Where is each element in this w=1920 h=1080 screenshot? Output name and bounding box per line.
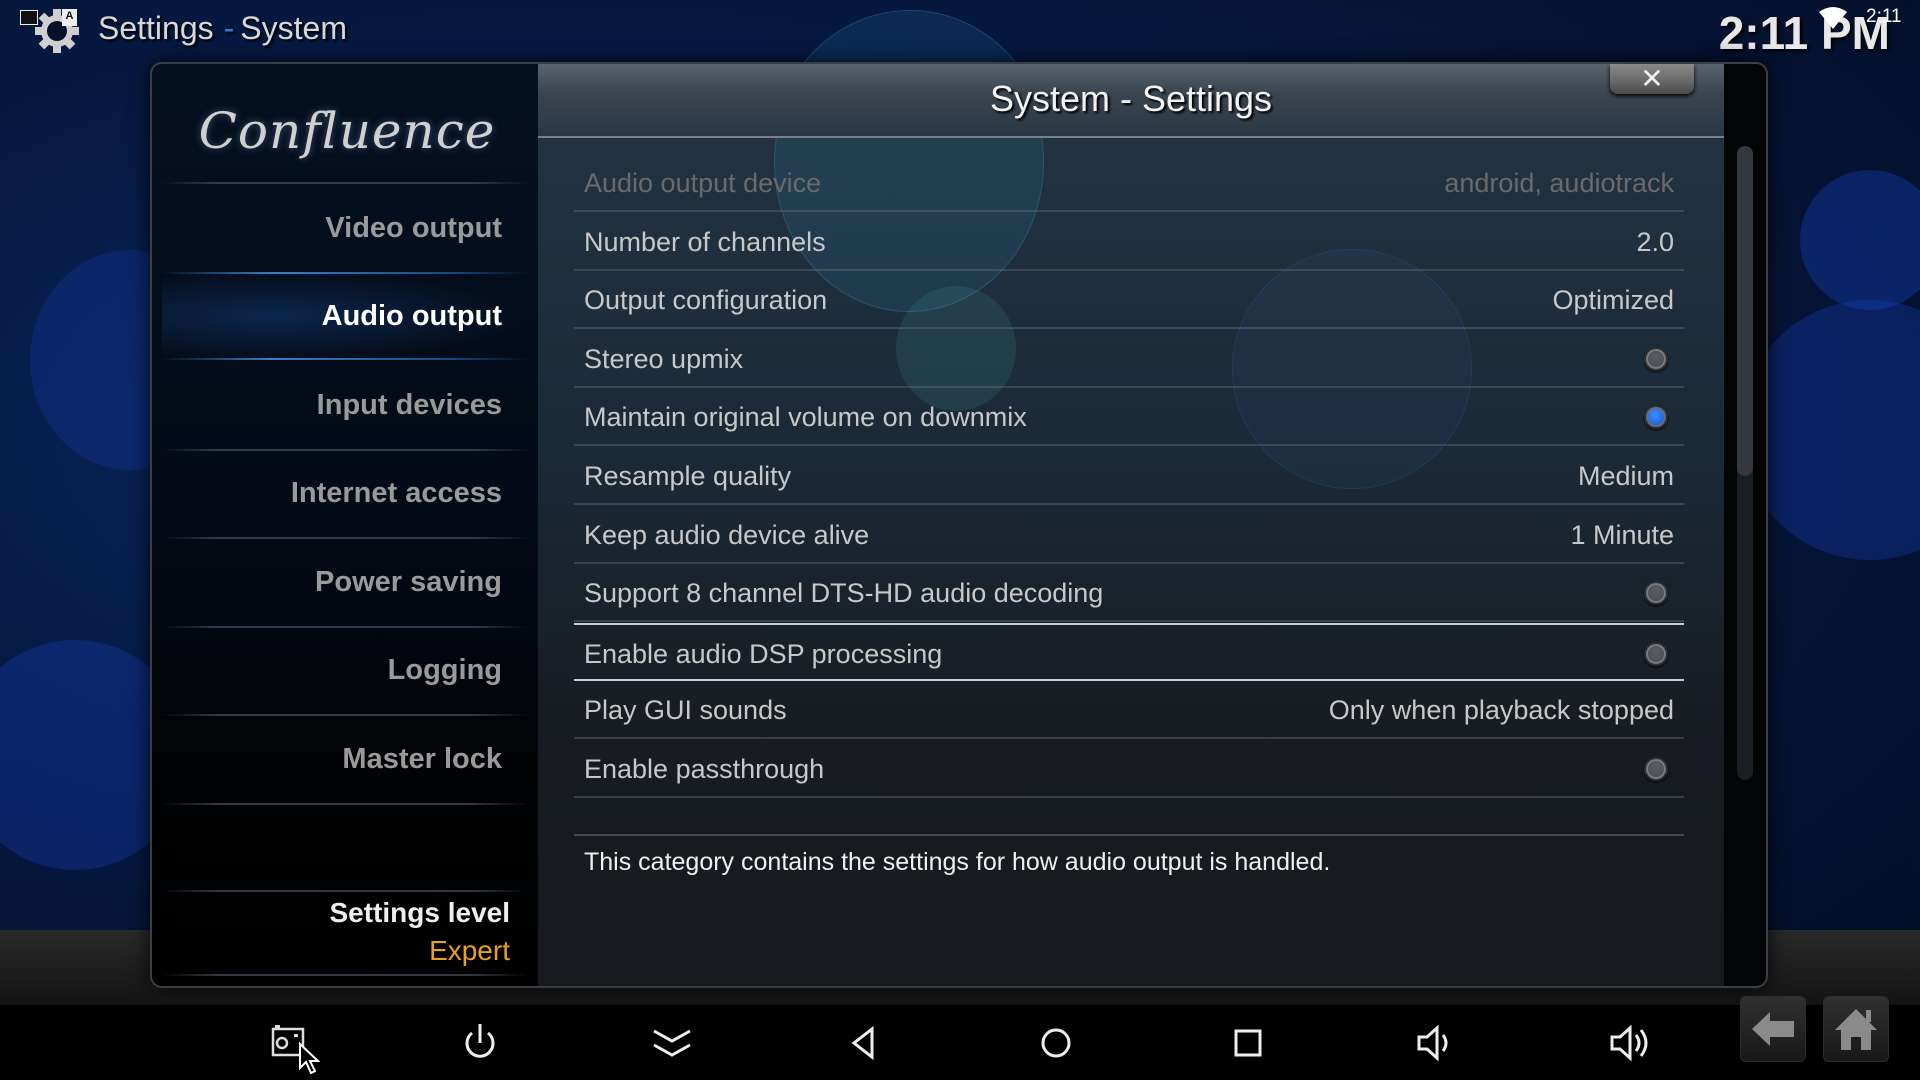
toggle-off-icon[interactable] [1644,642,1668,666]
volume-down-icon [1417,1024,1448,1062]
setting-value: android, audiotrack [1444,168,1674,198]
sidebar-divider [162,890,528,892]
setting-row[interactable]: Enable passthrough [574,740,1684,798]
setting-row[interactable]: Number of channels 2.0 [574,213,1684,271]
setting-label: Output configuration [584,285,828,315]
description-divider [574,834,1684,836]
setting-label: Enable audio DSP processing [584,639,943,669]
setting-row[interactable]: Keep audio device alive 1 Minute [574,506,1684,564]
setting-row[interactable]: Maintain original volume on downmix [574,388,1684,446]
hide-navbar-button[interactable] [642,1015,702,1071]
text-notification-icon: A [62,9,77,26]
sidebar-divider [162,803,528,805]
scrollbar-thumb[interactable] [1737,146,1753,476]
sidebar-divider [162,974,528,976]
confluence-logo: Confluence [182,86,512,176]
settings-level-label[interactable]: Settings level [329,897,510,929]
volume-down-button[interactable] [1407,1015,1467,1071]
toggle-off-icon[interactable] [1644,347,1668,371]
setting-row[interactable]: Audio output device android, audiotrack [574,154,1684,212]
setting-value: 1 Minute [1570,520,1674,550]
volume-up-icon [1610,1024,1648,1062]
wifi-icon [1819,7,1847,29]
setting-row[interactable]: Output configuration Optimized [574,271,1684,329]
sidebar-item-master-lock[interactable]: Master lock [162,715,528,803]
setting-label: Maintain original volume on downmix [584,402,1027,432]
background-bokeh [1800,170,1920,310]
clock: 2:11 PM [1718,7,1890,59]
sidebar-item-internet-access[interactable]: Internet access [162,449,528,537]
dialog-title: System - Settings [989,78,1273,119]
image-notification-icon [20,10,38,25]
toggle-off-icon[interactable] [1644,757,1668,781]
sidebar-item-input-devices[interactable]: Input devices [162,361,528,449]
setting-value: Optimized [1552,285,1674,315]
toggle-on-icon[interactable] [1644,405,1668,429]
settings-dialog: Confluence Video output Audio output Inp… [150,62,1768,988]
setting-label: Enable passthrough [584,754,825,784]
breadcrumb-page: System [240,10,347,46]
recents-square-icon [1234,1029,1262,1057]
close-icon: ✕ [1640,63,1664,94]
power-icon [465,1024,495,1058]
close-button[interactable]: ✕ [1610,64,1694,94]
kodi-home-button[interactable] [1823,996,1889,1062]
settings-content: System - Settings Audio output device and… [538,64,1724,986]
setting-row[interactable]: Stereo upmix [574,330,1684,388]
settings-level-value[interactable]: Expert [429,935,510,967]
setting-row[interactable]: Play GUI sounds Only when playback stoppe… [574,681,1684,739]
category-sidebar: Confluence Video output Audio output Inp… [152,64,538,986]
home-circle-icon [1041,1028,1071,1058]
setting-row[interactable]: Enable audio DSP processing [574,623,1684,681]
system-time: 2:11 [1866,6,1902,27]
breadcrumb-section: Settings [98,10,214,46]
sidebar-item-logging[interactable]: Logging [162,626,528,714]
mouse-cursor-icon [299,1042,320,1075]
setting-label: Play GUI sounds [584,695,787,725]
breadcrumb-separator: - [223,10,235,46]
back-arrow-icon [1752,1012,1794,1046]
setting-value: Only when playback stopped [1328,695,1674,725]
logo-text: Confluence [198,102,496,160]
setting-row[interactable]: Resample quality Medium [574,447,1684,505]
setting-label: Keep audio device alive [584,520,870,550]
power-button[interactable] [450,1015,510,1071]
breadcrumb: Settings - System [98,10,347,47]
scrollbar-area [1724,64,1766,986]
setting-label: Resample quality [584,461,792,491]
toggle-off-icon[interactable] [1644,581,1668,605]
sidebar-item-power-saving[interactable]: Power saving [162,538,528,626]
sidebar-item-video-output[interactable]: Video output [162,184,528,272]
volume-up-button[interactable] [1602,1015,1662,1071]
setting-row[interactable]: Support 8 channel DTS-HD audio decoding [574,564,1684,622]
setting-label: Stereo upmix [584,344,744,374]
setting-label: Number of channels [584,227,826,257]
kodi-back-button[interactable] [1740,996,1806,1062]
setting-value: 2.0 [1636,227,1674,257]
back-triangle-icon [851,1025,874,1061]
setting-value: Medium [1577,461,1674,491]
setting-label: Audio output device [584,168,822,198]
back-button[interactable] [834,1015,894,1071]
status-bar: A Settings - System 2:11 PM 2:11 [0,0,1920,62]
category-description: This category contains the settings for … [584,848,1331,876]
home-button[interactable] [1026,1015,1086,1071]
dialog-header: System - Settings [538,64,1724,138]
setting-label: Support 8 channel DTS-HD audio decoding [584,578,1104,608]
recents-button[interactable] [1218,1015,1278,1071]
double-chevron-down-icon [653,1029,691,1057]
home-house-icon [1835,1009,1877,1050]
sidebar-item-audio-output[interactable]: Audio output [162,272,528,360]
